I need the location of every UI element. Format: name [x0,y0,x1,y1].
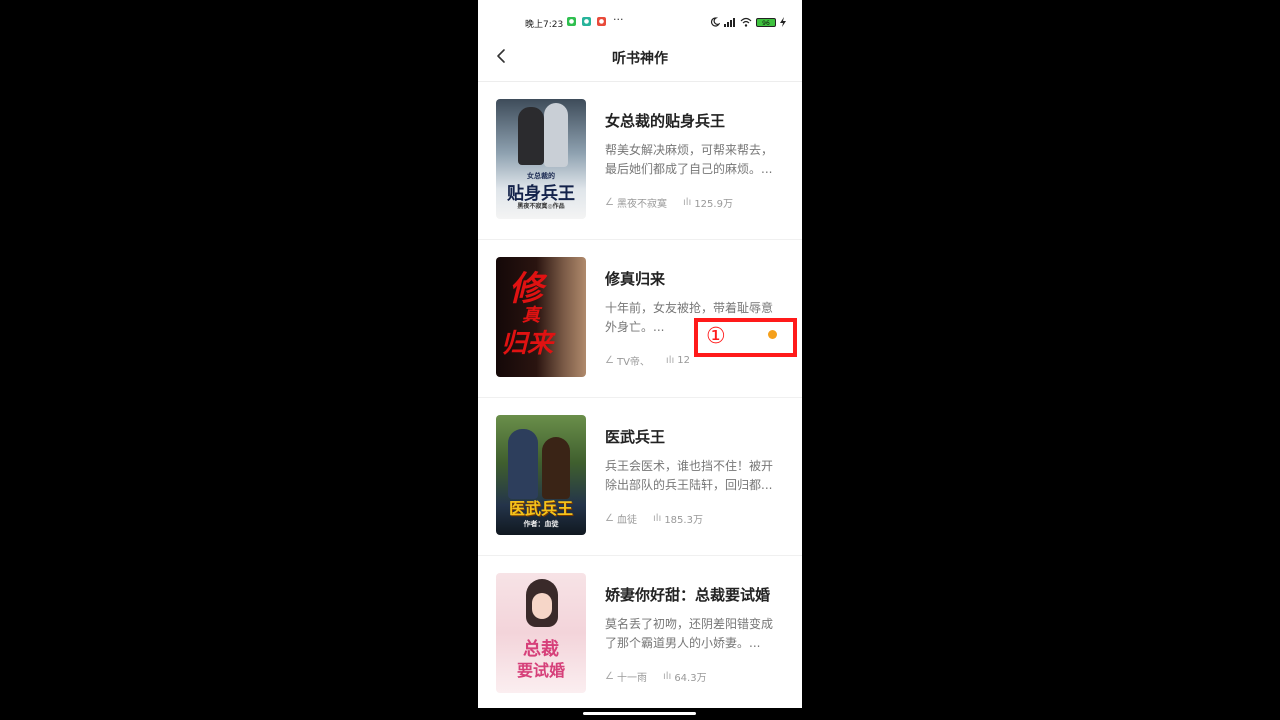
book-meta: ∠ TV帝、 ılı 12 [605,353,690,368]
cover-text: 医武兵王 [508,499,573,518]
book-description: 莫名丢了初吻，还阴差阳错变成了那个霸道男人的小娇妻。... [605,617,774,650]
pen-icon: ∠ [605,671,614,682]
book-title: 女总裁的贴身兵王 [605,112,726,130]
book-meta: ∠ 血徒 ılı 185.3万 [605,511,703,526]
book-meta: ∠ 黑夜不寂寞 ılı 125.9万 [605,195,733,210]
book-title: 医武兵王 [605,428,666,446]
book-cover[interactable]: 修 真 归来 [496,257,586,377]
message-notification-icon: ● [597,17,606,26]
book-item[interactable]: 总裁 要试婚 娇妻你好甜：总裁要试婚 莫名丢了初吻，还阴差阳错变成了那个霸道男人… [478,556,802,708]
book-title: 修真归来 [605,270,666,288]
pen-icon: ∠ [605,355,614,366]
cover-text: 要试婚 [516,661,565,680]
app-notification-icon: ● [582,17,591,26]
cover-figure [544,103,568,167]
more-notifications-icon: ··· [613,13,624,26]
status-bar: 晚上7:23 ● ● ● ··· 96 [478,0,802,40]
book-plays: 185.3万 [664,515,703,526]
book-list: 女总裁的 贴身兵王 黑夜不寂寞◎作品 女总裁的贴身兵王 帮美女解决麻烦，可帮来帮… [478,82,802,708]
bar-chart-icon: ılı [652,513,662,524]
book-item[interactable]: 女总裁的 贴身兵王 黑夜不寂寞◎作品 女总裁的贴身兵王 帮美女解决麻烦，可帮来帮… [478,82,802,240]
book-title: 娇妻你好甜：总裁要试婚 [605,586,771,604]
book-plays: 64.3万 [674,673,707,684]
signal-icon [724,18,735,27]
cover-figure [532,593,552,619]
book-plays: 125.9万 [694,199,733,210]
wifi-icon [740,17,752,27]
charging-icon [780,17,786,27]
book-author: 血徒 [616,515,637,526]
bar-chart-icon: ılı [662,671,672,682]
pen-icon: ∠ [605,197,614,208]
book-meta: ∠ 十一雨 ılı 64.3万 [605,669,707,684]
book-item[interactable]: 医武兵王 作者：血徒 医武兵王 兵王会医术，谁也挡不住！被开除出部队的兵王陆轩，… [478,398,802,556]
annotation-marker: ① [694,318,797,357]
cover-text: 黑夜不寂寞◎作品 [517,203,565,210]
status-right-group: 96 [710,15,786,29]
status-time: 晚上7:23 [525,20,564,30]
book-author: 黑夜不寂寞 [616,199,667,210]
touch-point-dot [768,330,777,339]
book-description: 兵王会医术，谁也挡不住！被开除出部队的兵王陆轩，回归都... [605,459,774,492]
cover-figure [542,437,570,499]
battery-icon: 96 [756,17,776,27]
page-title: 听书神作 [612,51,668,67]
home-indicator[interactable] [583,712,696,715]
cover-text: 作者：血徒 [523,520,559,528]
annotation-label: ① [706,324,726,349]
bar-chart-icon: ılı [665,355,675,366]
book-author: TV帝、 [616,357,650,368]
book-cover[interactable]: 女总裁的 贴身兵王 黑夜不寂寞◎作品 [496,99,586,219]
cover-figure [508,429,538,499]
book-cover[interactable]: 医武兵王 作者：血徒 [496,415,586,535]
cover-figure [518,107,544,165]
bar-chart-icon: ılı [682,197,692,208]
book-cover[interactable]: 总裁 要试婚 [496,573,586,693]
page-header: 听书神作 [478,40,802,82]
pen-icon: ∠ [605,513,614,524]
book-plays: 12 [677,355,690,366]
book-author: 十一雨 [616,673,647,684]
moon-icon [710,17,720,27]
wechat-notification-icon: ● [567,17,576,26]
book-description: 帮美女解决麻烦，可帮来帮去，最后她们都成了自己的麻烦。... [605,143,774,176]
cover-text: 归来 [500,329,553,359]
